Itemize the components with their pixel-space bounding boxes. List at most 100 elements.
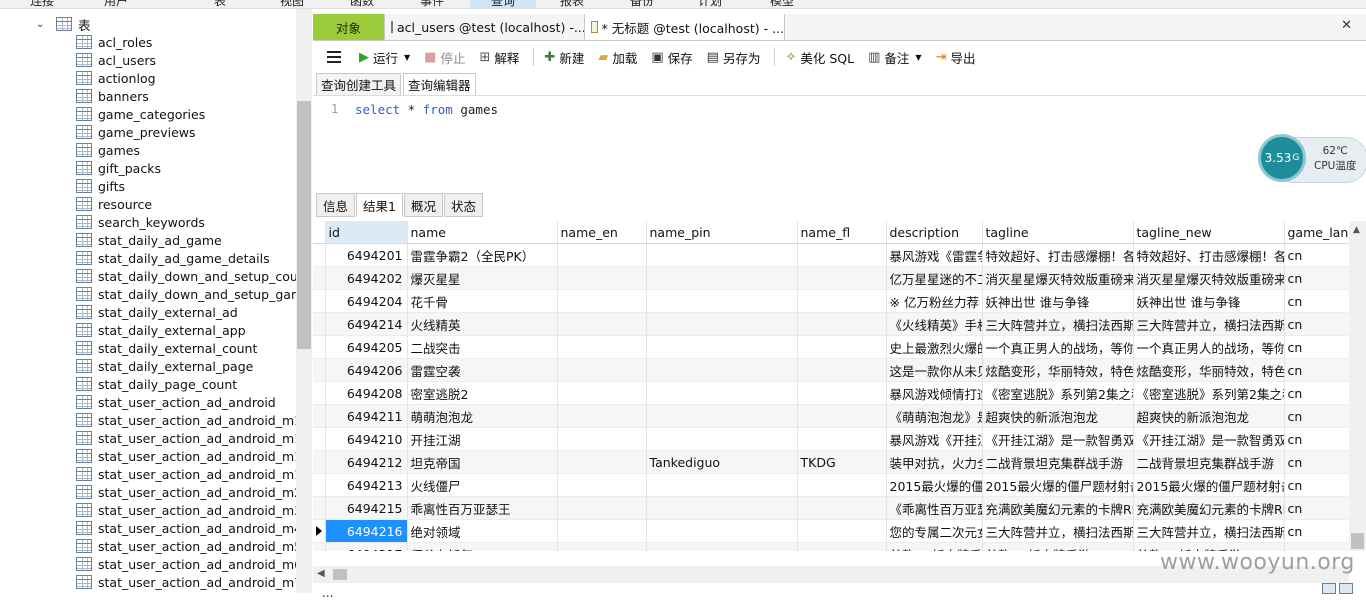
cpu-monitor-widget[interactable]: 3.53 G 62℃ CPU温度 [1258, 134, 1366, 184]
table-cell[interactable] [557, 381, 647, 405]
table-cell[interactable] [646, 496, 798, 520]
tree-table-item[interactable]: stat_user_action_ad_android_m3 [76, 501, 296, 519]
table-cell[interactable]: 密室逃脱2 [407, 381, 558, 405]
tab-info[interactable]: 信息 [316, 193, 356, 217]
table-cell[interactable] [797, 473, 887, 497]
menu-item[interactable]: 表 [214, 0, 226, 8]
tab-acl-users[interactable]: acl_users @test (localhost) -... [385, 14, 585, 40]
table-cell[interactable]: 充满欧美魔幻元素的卡牌RP [982, 496, 1134, 520]
table-row[interactable]: 6494206 雷霆空袭 这是一款你从未见 炫酷变形，华丽特效，特色玩 炫酷变形，华丽特… [313, 358, 1349, 382]
row-indicator[interactable] [313, 358, 326, 382]
tree-table-item[interactable]: stat_daily_external_ad [76, 303, 296, 321]
table-cell[interactable] [797, 289, 887, 313]
tree-table-item[interactable]: stat_daily_external_count [76, 339, 296, 357]
table-cell[interactable] [797, 335, 887, 359]
column-header-tagline[interactable]: tagline [982, 221, 1134, 244]
tree-table-item[interactable]: actionlog [76, 69, 296, 87]
table-cell[interactable] [557, 427, 647, 451]
menu-item[interactable]: 事件 [420, 0, 444, 8]
table-cell[interactable]: 6494206 [325, 358, 408, 382]
tree-table-item[interactable]: banners [76, 87, 296, 105]
run-button[interactable]: ▶ 运行 ▼ [359, 48, 410, 67]
table-cell[interactable] [557, 243, 647, 267]
table-cell[interactable] [797, 312, 887, 336]
table-cell[interactable]: 《密室逃脱》系列第2集之秘 [1133, 381, 1285, 405]
table-cell[interactable] [797, 404, 887, 428]
table-cell[interactable] [646, 542, 798, 551]
table-cell[interactable] [557, 358, 647, 382]
table-cell[interactable]: TKDG [797, 450, 887, 474]
result-grid[interactable]: id name name_en name_pin name_fl description t… [313, 221, 1349, 551]
table-cell[interactable]: 超爽快的新派泡泡龙 [1133, 404, 1285, 428]
table-cell[interactable]: 《开挂江湖》是一款智勇双全 [982, 427, 1134, 451]
table-row[interactable]: 6494208 密室逃脱2 暴风游戏倾情打造 《密室逃脱》系列第2集之秘 《密室逃脱》系… [313, 381, 1349, 405]
table-cell[interactable]: 史上最激烈火爆的 [886, 335, 983, 359]
menu-item[interactable]: 视图 [280, 0, 304, 8]
table-cell[interactable] [797, 542, 887, 551]
table-cell[interactable]: 坦克帝国 [407, 450, 558, 474]
table-cell[interactable] [557, 289, 647, 313]
chevron-down-icon[interactable]: ⌄ [36, 19, 46, 30]
tree-table-item[interactable]: stat_user_action_ad_android_m4 [76, 519, 296, 537]
table-cell[interactable]: 爆灭星星 [407, 266, 558, 290]
table-cell[interactable]: 6494212 [325, 450, 408, 474]
table-cell[interactable]: cn [1284, 519, 1349, 543]
table-cell[interactable]: 三大阵营并立，横扫法西斯 [1133, 519, 1285, 543]
menu-item[interactable]: 函数 [350, 0, 374, 8]
table-cell[interactable]: cn [1284, 289, 1349, 313]
table-row[interactable]: 6494210 开挂江湖 暴风游戏《开挂江 《开挂江湖》是一款智勇双全 《开挂江湖》是一… [313, 427, 1349, 451]
table-cell[interactable]: 首款3D妖卡牌手游 [982, 542, 1134, 551]
table-cell[interactable]: 《火线精英》手机 [886, 312, 983, 336]
table-cell[interactable] [797, 243, 887, 267]
table-cell[interactable]: 6494215 [325, 496, 408, 520]
table-row[interactable]: 6494212 坦克帝国 Tankediguo TKDG 装甲对抗，火力全 二战背景坦克集… [313, 450, 1349, 474]
table-cell[interactable]: 炫酷变形，华丽特效，特色玩 [982, 358, 1134, 382]
row-indicator[interactable] [313, 266, 326, 290]
table-cell[interactable]: 6494201 [325, 243, 408, 267]
table-row[interactable]: 6494202 爆灭星星 亿万星星迷的不二 消灭星星爆灭特效版重磅来袭 消灭星星爆灭特效… [313, 266, 1349, 290]
table-cell[interactable] [646, 266, 798, 290]
table-cell[interactable]: Tankediguo [646, 450, 798, 474]
table-cell[interactable] [557, 266, 647, 290]
table-cell[interactable]: 暴风游戏《雷霆争 [886, 243, 983, 267]
row-indicator[interactable] [313, 335, 326, 359]
form-view-icon[interactable] [1339, 583, 1353, 594]
table-cell[interactable]: cn [1284, 335, 1349, 359]
table-cell[interactable]: cn [1284, 381, 1349, 405]
table-cell[interactable]: cn [1284, 404, 1349, 428]
column-header-game-lang[interactable]: game_lang [1284, 221, 1349, 244]
table-cell[interactable] [557, 519, 647, 543]
table-cell[interactable]: 6494210 [325, 427, 408, 451]
table-cell[interactable]: 二战背景坦克集群战手游 [1133, 450, 1285, 474]
scrollbar-thumb[interactable] [333, 569, 347, 580]
menu-item[interactable]: 用户 [104, 0, 128, 8]
tree-table-item[interactable]: stat_daily_down_and_setup_count [76, 267, 296, 285]
tree-table-item[interactable]: game_categories [76, 105, 296, 123]
table-cell[interactable]: 妖神出世 谁与争锋 [982, 289, 1134, 313]
table-cell[interactable]: 6494204 [325, 289, 408, 313]
row-indicator[interactable] [313, 404, 326, 428]
table-cell[interactable]: 消灭星星爆灭特效版重磅来袭 [1133, 266, 1285, 290]
save-as-button[interactable]: ▤ 另存为 [707, 48, 761, 67]
table-cell[interactable]: cn [1284, 243, 1349, 267]
table-cell[interactable]: 2015最火爆的僵尸 [886, 473, 983, 497]
column-header-tagline-new[interactable]: tagline_new [1133, 221, 1285, 244]
load-button[interactable]: ▰ 加载 [598, 48, 637, 67]
table-cell[interactable] [797, 381, 887, 405]
table-cell[interactable]: 火线僵尸 [407, 473, 558, 497]
tab-query-builder[interactable]: 查询创建工具 [316, 73, 402, 95]
grid-vertical-scrollbar[interactable]: ▲ [1349, 221, 1366, 551]
table-row[interactable]: 6494215 乖离性百万亚瑟王 《乖离性百万亚瑟 充满欧美魔幻元素的卡牌RP 充满欧美… [313, 496, 1349, 520]
table-cell[interactable]: 二战背景坦克集群战手游 [982, 450, 1134, 474]
row-indicator[interactable] [313, 542, 326, 551]
tab-objects[interactable]: 对象 [313, 14, 385, 40]
table-cell[interactable]: ※ 亿万粉丝力荐 [886, 289, 983, 313]
note-button[interactable]: ▥ 备注 ▼ [868, 48, 921, 67]
tree-table-item[interactable]: games [76, 141, 296, 159]
table-cell[interactable]: 亿万星星迷的不二 [886, 266, 983, 290]
tree-table-item[interactable]: game_previews [76, 123, 296, 141]
row-indicator[interactable] [313, 450, 326, 474]
table-cell[interactable]: 2015最火爆的僵尸题材射击 [982, 473, 1134, 497]
table-cell[interactable]: 萌萌泡泡龙 [407, 404, 558, 428]
close-icon[interactable]: ✕ [1341, 18, 1352, 33]
